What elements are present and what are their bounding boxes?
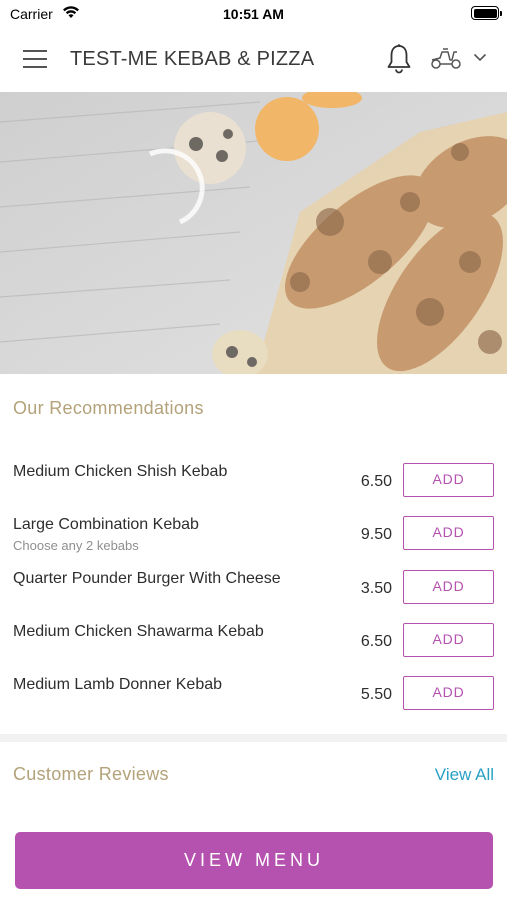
item-name: Large Combination Kebab bbox=[13, 516, 199, 533]
item-price: 6.50 bbox=[360, 473, 392, 490]
list-item: Medium Lamb Donner Kebab 5.50 ADD bbox=[0, 676, 507, 729]
item-name: Medium Chicken Shawarma Kebab bbox=[13, 623, 264, 640]
add-button[interactable]: ADD bbox=[403, 570, 494, 604]
item-name: Medium Chicken Shish Kebab bbox=[13, 463, 228, 480]
item-price: 3.50 bbox=[360, 580, 392, 597]
list-item: Medium Chicken Shish Kebab 6.50 ADD bbox=[0, 463, 507, 516]
add-button[interactable]: ADD bbox=[403, 463, 494, 497]
add-button[interactable]: ADD bbox=[403, 623, 494, 657]
item-price: 6.50 bbox=[360, 633, 392, 650]
reviews-section: Customer Reviews View All bbox=[0, 742, 507, 822]
scooter-icon[interactable] bbox=[430, 46, 462, 70]
status-bar: Carrier 10:51 AM bbox=[0, 0, 507, 28]
item-note: Choose any 2 kebabs bbox=[13, 538, 139, 553]
recommendations-title: Our Recommendations bbox=[13, 398, 204, 418]
kebab-food-photo bbox=[0, 92, 507, 374]
view-all-link[interactable]: View All bbox=[435, 765, 494, 785]
list-item: Large Combination Kebab Choose any 2 keb… bbox=[0, 516, 507, 569]
item-price: 5.50 bbox=[360, 686, 392, 703]
item-name: Quarter Pounder Burger With Cheese bbox=[13, 570, 281, 587]
list-item: Quarter Pounder Burger With Cheese 3.50 … bbox=[0, 570, 507, 623]
bell-icon[interactable] bbox=[385, 43, 413, 75]
app-header: TEST-ME KEBAB & PIZZA bbox=[0, 28, 507, 92]
recommendations-section: Our Recommendations Medium Chicken Shish… bbox=[0, 374, 507, 734]
view-menu-button[interactable]: VIEW MENU bbox=[15, 832, 493, 889]
hero-food-image bbox=[0, 92, 507, 374]
battery-icon bbox=[471, 6, 502, 20]
menu-icon[interactable] bbox=[23, 50, 47, 68]
chevron-down-icon[interactable] bbox=[473, 53, 487, 62]
clock: 10:51 AM bbox=[223, 6, 284, 22]
item-name: Medium Lamb Donner Kebab bbox=[13, 676, 223, 693]
list-item: Medium Chicken Shawarma Kebab 6.50 ADD bbox=[0, 623, 507, 676]
add-button[interactable]: ADD bbox=[403, 516, 494, 550]
restaurant-title: TEST-ME KEBAB & PIZZA bbox=[70, 48, 315, 70]
item-price: 9.50 bbox=[360, 526, 392, 543]
reviews-title: Customer Reviews bbox=[13, 764, 169, 784]
add-button[interactable]: ADD bbox=[403, 676, 494, 710]
section-divider bbox=[0, 734, 507, 742]
